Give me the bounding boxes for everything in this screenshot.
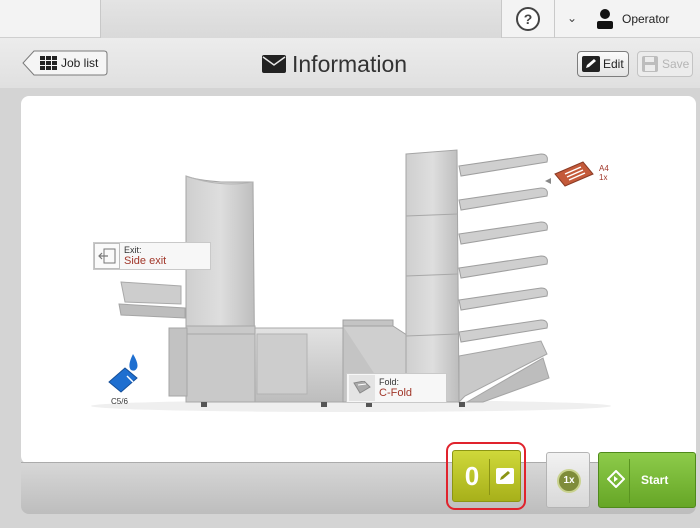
fold-value: C-Fold — [379, 387, 413, 399]
page-title: Information — [262, 50, 407, 78]
job-list-back-button[interactable]: Job list — [22, 50, 108, 76]
counter-button[interactable]: 0 — [452, 450, 521, 502]
document-size: A4 — [599, 164, 609, 173]
top-bar: ? ⌄ Operator — [0, 0, 700, 38]
document-stack-icon — [554, 161, 594, 187]
edit-label: Edit — [603, 57, 624, 71]
start-divider — [629, 459, 630, 503]
help-button[interactable]: ? — [514, 5, 542, 33]
batch-mode-button[interactable]: 1x — [546, 452, 590, 508]
fold-setting-label[interactable]: Fold: C-Fold — [346, 373, 447, 403]
control-tray — [21, 462, 696, 514]
document-count: 1x — [599, 173, 608, 182]
envelope-icon — [262, 55, 286, 73]
envelope-feeder-label[interactable]: C5/6 — [107, 354, 147, 406]
exit-icon — [94, 243, 120, 269]
operator-menu[interactable]: Operator — [590, 0, 700, 38]
exit-value: Side exit — [124, 255, 167, 267]
exit-setting-label[interactable]: Exit: Side exit — [93, 242, 211, 270]
page-title-text: Information — [292, 50, 408, 77]
counter-value: 0 — [464, 461, 480, 491]
grid-list-icon — [40, 56, 57, 70]
machine-overview-panel: Exit: Side exit Fold: C-Fold A4 1x C5/6 — [21, 96, 696, 464]
operator-dropdown-button[interactable]: ⌄ — [565, 10, 579, 26]
user-label: Operator — [622, 12, 670, 26]
status-strip — [100, 0, 502, 38]
floppy-disk-icon — [642, 56, 658, 72]
svg-text:?: ? — [524, 11, 533, 27]
save-label: Save — [662, 57, 690, 71]
folder-inserter-illustration — [91, 149, 611, 412]
bottom-control-bar — [0, 444, 700, 528]
start-button[interactable]: Start — [598, 452, 696, 508]
edit-icon — [496, 468, 514, 484]
envelope-size: C5/6 — [111, 397, 128, 406]
edit-icon — [582, 56, 600, 72]
divider — [554, 0, 555, 38]
user-icon — [597, 9, 613, 29]
page-header: Job list Information Edit Save — [0, 38, 700, 88]
chevron-down-icon: ⌄ — [566, 11, 578, 25]
question-circle-icon: ? — [516, 7, 540, 31]
envelope-water-icon — [108, 354, 138, 393]
start-label: Start — [641, 473, 669, 487]
document-feeder-label[interactable]: A4 1x — [553, 160, 609, 195]
counter-divider — [489, 459, 490, 495]
start-diamond-icon — [607, 470, 625, 488]
fold-icon — [349, 375, 375, 401]
job-list-label: Job list — [61, 56, 99, 70]
batch-mode-badge: 1x — [557, 469, 581, 493]
edit-button[interactable]: Edit — [577, 51, 629, 77]
counter-highlight: 0 — [446, 442, 526, 510]
save-button[interactable]: Save — [637, 51, 693, 77]
